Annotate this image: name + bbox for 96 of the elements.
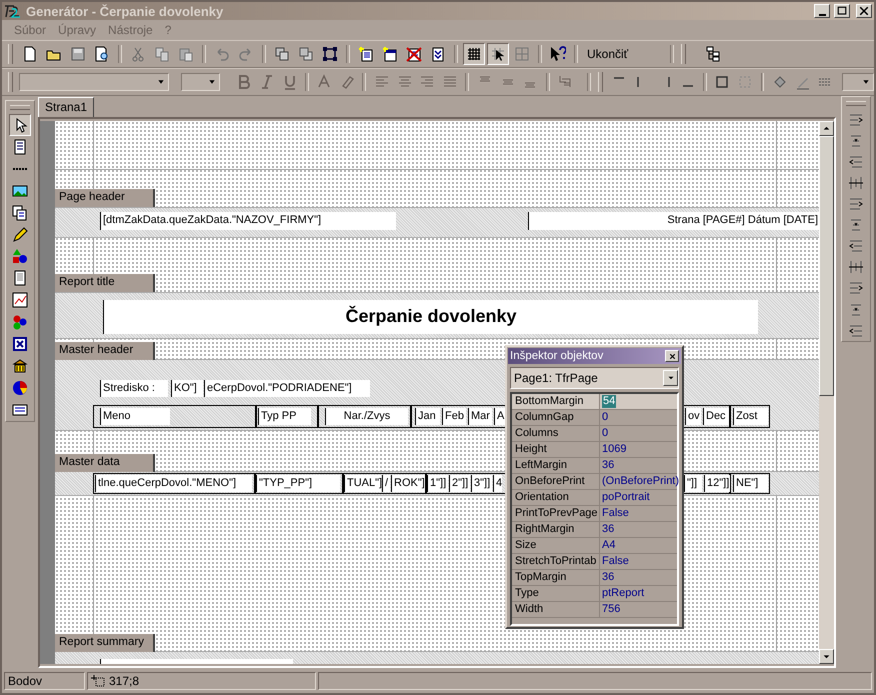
report-field[interactable]: Feb [442,408,466,425]
report-field[interactable]: Nar./Zvys [325,408,408,425]
property-name: RightMargin [512,522,600,537]
property-name: TopMargin [512,570,600,585]
band-label[interactable]: Master header [55,342,155,360]
report-field[interactable]: Typ PP [258,408,311,425]
report-field[interactable]: [dtmZakData.queZakData."NAZOV_FIRMY"] [100,212,396,230]
minimize-button[interactable] [814,4,830,18]
report-field[interactable]: tlne.queCerpDovol."MENO"] [95,475,252,492]
font-size-dropdown[interactable] [180,73,220,91]
property-name: Height [512,442,600,457]
close-icon [858,5,870,17]
property-row[interactable]: PrintToPrevPage False [512,506,677,522]
property-name: OnBeforePrint [512,474,600,489]
maximize-icon [836,5,848,17]
snap-to-grid-icon[interactable] [487,43,509,65]
report-field[interactable]: TUAL"] [344,475,381,492]
property-row[interactable]: Type ptReport [512,586,677,602]
report-field[interactable]: Strana [PAGE#] Dátum [DATE] [528,212,819,230]
property-value: poPortrait [601,490,650,505]
report-field[interactable]: "TYP_PP"] [256,475,340,492]
grid-icon[interactable] [463,43,485,65]
window-title: Generátor - Čerpanie dovolenky [26,4,224,18]
font-name-dropdown[interactable] [18,73,170,91]
minimize-icon [818,14,826,16]
property-row[interactable]: Columns 0 [512,426,677,442]
vertical-scrollbar[interactable] [819,121,834,664]
property-name: Size [512,538,600,553]
property-value: 0 [601,426,608,441]
property-value: 1069 [601,442,626,457]
property-row[interactable]: Size A4 [512,538,677,554]
property-value: 36 [601,522,614,537]
property-value: ptReport [601,586,644,601]
property-name: StretchToPrintab [512,554,600,569]
property-value: 0 [601,410,608,425]
property-row[interactable]: StretchToPrintab False [512,554,677,570]
property-name: PrintToPrevPage [512,506,600,521]
report-field[interactable]: Čerpanie dovolenky [103,300,758,334]
property-name: Columns [512,426,600,441]
band-label[interactable]: Report title [55,274,155,292]
line-width-dropdown[interactable] [842,73,874,91]
property-row[interactable]: BottomMargin 54 [512,394,677,410]
close-button[interactable] [856,4,872,18]
report-field[interactable]: Stredisko : [100,380,168,397]
property-name: Orientation [512,490,600,505]
property-value: 36 [601,570,614,585]
property-value: 756 [601,602,620,617]
property-row[interactable]: LeftMargin 36 [512,458,677,474]
close-icon [668,352,676,360]
property-row[interactable]: Orientation poPortrait [512,490,677,506]
property-name: Type [512,586,600,601]
report-field[interactable]: Meno [100,408,170,425]
report-field[interactable]: KO"] [171,380,203,397]
app-logo-icon [4,3,22,19]
report-field[interactable]: / [382,475,390,492]
property-row[interactable]: Height 1069 [512,442,677,458]
cursor-position: 317;8 [109,674,140,688]
band-label[interactable]: Master data [55,454,155,472]
report-field[interactable]: Jan [415,408,440,425]
report-field[interactable]: 1"]] [427,475,448,492]
report-field[interactable]: eCerpDovol."PODRIADENE"] [204,380,370,397]
inspector-title: Inšpektor objektov [510,350,604,362]
close-button[interactable] [665,350,679,362]
report-field[interactable]: Mar [468,408,492,425]
position-icon [91,675,105,687]
report-field[interactable]: NE"] [733,475,768,492]
band-label[interactable]: Report summary [55,634,155,652]
property-name: Width [512,602,600,617]
report-field[interactable]: 4 [493,475,502,492]
object-dropdown[interactable]: Page1: TfrPage [510,367,679,389]
page-tab[interactable]: Strana1 [38,97,94,117]
property-name: ColumnGap [512,410,600,425]
report-field[interactable]: "]] [684,475,702,492]
status-mode: Bodov [4,672,85,690]
property-value: False [601,506,629,521]
property-name: LeftMargin [512,458,600,473]
property-row[interactable]: ColumnGap 0 [512,410,677,426]
exit-button[interactable]: Ukončiť [583,43,632,65]
report-field[interactable]: Zost [733,408,768,425]
report-field[interactable]: 12"]] [704,475,730,492]
property-name: BottomMargin [512,394,600,409]
property-value: A4 [601,538,616,553]
pointer-icon[interactable] [9,114,31,136]
report-field[interactable]: ov [685,408,701,425]
band-label[interactable]: Page header [55,189,155,207]
property-value: False [601,554,629,569]
report-field[interactable]: 2"]] [449,475,470,492]
maximize-button[interactable] [834,4,850,18]
report-field[interactable]: Dec [703,408,729,425]
report-field[interactable]: ROK"] [391,475,425,492]
property-row[interactable]: Width 756 [512,602,677,618]
property-value: 36 [601,458,614,473]
property-value: 54 [602,395,616,408]
property-row[interactable]: TopMargin 36 [512,570,677,586]
property-row[interactable]: RightMargin 36 [512,522,677,538]
report-field[interactable]: 3"]] [471,475,492,492]
